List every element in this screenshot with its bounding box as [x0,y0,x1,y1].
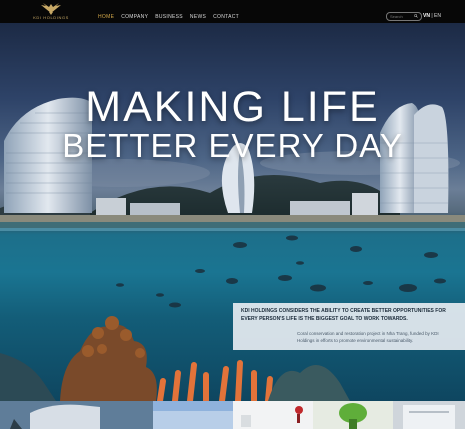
top-navigation-bar: KDI HOLDINGS HOME COMPANY BUSINESS NEWS … [0,0,465,23]
main-nav: HOME COMPANY BUSINESS NEWS CONTACT [98,14,239,20]
lang-vn[interactable]: VN [423,13,430,19]
thumbnail-building[interactable] [393,401,465,429]
eagle-logo-icon [41,3,61,15]
thumbnail-sky[interactable] [153,401,233,429]
lang-en[interactable]: EN [434,13,441,19]
nav-item-company[interactable]: COMPANY [121,14,148,20]
nav-item-contact[interactable]: CONTACT [213,14,239,20]
hero-banner: MAKING LIFE BETTER EVERY DAY KDI HOLDING… [0,23,465,401]
search-icon[interactable] [414,14,418,18]
thumbnail-strip [0,401,465,429]
brand-name: KDI HOLDINGS [33,15,69,20]
lang-separator: | [431,13,433,19]
nav-item-news[interactable]: NEWS [190,14,206,20]
thumbnail-office[interactable] [233,401,313,429]
hero-headline-line2: BETTER EVERY DAY [62,127,403,164]
info-box: KDI HOLDINGS CONSIDERS THE ABILITY TO CR… [233,303,465,350]
search-box [386,12,422,21]
thumbnail-lab[interactable] [313,401,393,429]
brand-logo[interactable]: KDI HOLDINGS [33,2,69,22]
thumbnail-resort[interactable] [0,401,153,429]
search-input[interactable] [390,13,412,20]
nav-item-business[interactable]: BUSINESS [155,14,183,20]
info-description: Coral conservation and restoration proje… [297,331,439,343]
hero-headline-line1: MAKING LIFE [85,83,380,131]
nav-item-home[interactable]: HOME [98,14,114,20]
language-switcher: VN | EN [423,13,441,19]
info-title: KDI HOLDINGS CONSIDERS THE ABILITY TO CR… [241,308,446,322]
